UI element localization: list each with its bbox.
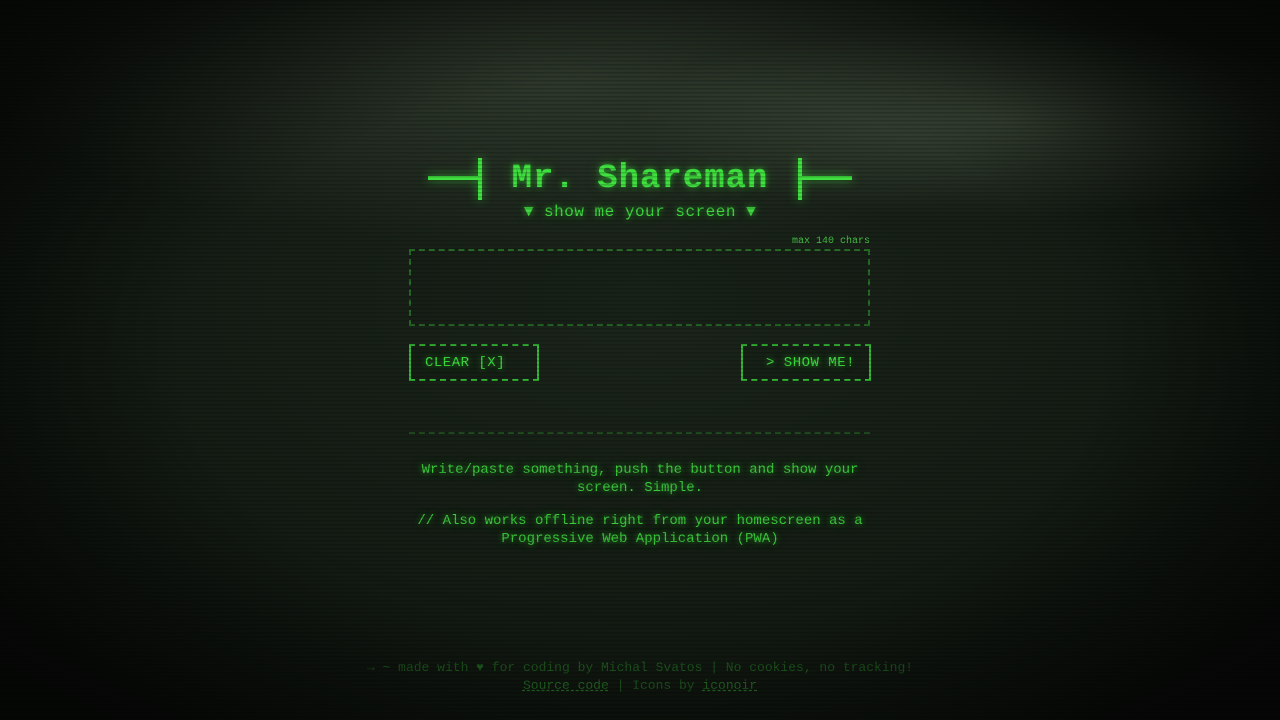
background xyxy=(0,0,1280,720)
footer-credits: → ~ made with ♥ for coding by Michal Sva… xyxy=(366,660,914,675)
pwa-note: // Also works offline right from your ho… xyxy=(417,513,863,547)
footer-separator: | Icons by xyxy=(608,678,703,693)
right-bracket-icon xyxy=(794,158,853,200)
source-code-link[interactable]: Source code xyxy=(523,678,609,693)
show-me-button[interactable]: > SHOW ME! xyxy=(741,344,871,381)
header: Mr. Shareman xyxy=(0,158,1280,200)
footer-links: Source code | Icons by iconoir xyxy=(0,678,1280,693)
page-title: Mr. Shareman xyxy=(511,160,769,198)
divider xyxy=(409,432,870,434)
left-bracket-icon xyxy=(427,158,486,200)
iconoir-link[interactable]: iconoir xyxy=(702,678,757,693)
subtitle: ▼ show me your screen ▼ xyxy=(523,203,757,221)
message-input[interactable] xyxy=(409,249,870,326)
clear-button[interactable]: CLEAR [X] xyxy=(409,344,539,381)
char-limit-label: max 140 chars xyxy=(791,236,870,247)
info-text: Write/paste something, push the button a… xyxy=(421,462,859,496)
